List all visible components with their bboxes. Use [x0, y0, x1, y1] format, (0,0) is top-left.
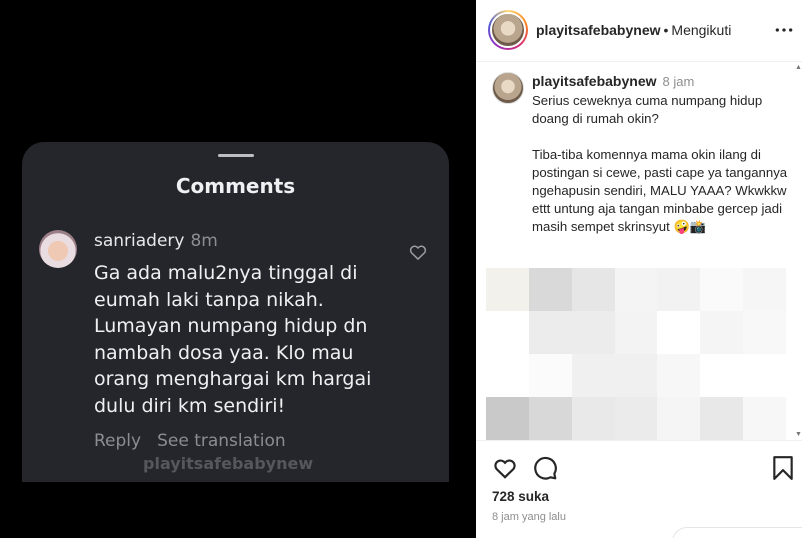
- heart-outline-icon: [409, 245, 427, 261]
- commenter-avatar: [39, 230, 77, 268]
- caption-avatar[interactable]: [492, 72, 524, 104]
- pixel-block: [657, 397, 701, 440]
- see-translation-label: See translation: [157, 431, 286, 451]
- pixel-block: [486, 397, 529, 440]
- author-username[interactable]: playitsafebabynew: [536, 22, 661, 38]
- pixel-block: [614, 354, 658, 397]
- reply-label: Reply: [94, 431, 142, 451]
- comment-header: sanriadery 8m: [94, 231, 218, 251]
- pixel-block: [743, 354, 786, 397]
- pixel-block: [486, 268, 529, 311]
- pixel-block: [528, 397, 572, 440]
- pixel-block: [657, 354, 701, 397]
- header-line: playitsafebabynew • Mengikuti: [536, 22, 731, 38]
- like-count[interactable]: 728 suka: [492, 489, 549, 504]
- comments-title: Comments: [175, 174, 296, 198]
- pixel-block: [657, 311, 701, 354]
- comment-time: 8m: [190, 231, 218, 251]
- caption-time: 8 jam: [662, 74, 695, 89]
- pixel-block: [700, 268, 744, 311]
- pixel-block: [743, 268, 786, 311]
- commenter-username: sanriadery: [94, 231, 185, 251]
- pixel-block: [486, 354, 529, 397]
- comments-screenshot: Comments sanriadery 8m Ga ada malu2nya ti…: [22, 142, 449, 482]
- post-header: playitsafebabynew • Mengikuti: [476, 0, 802, 62]
- more-horizontal-icon[interactable]: [774, 20, 794, 40]
- separator-dot: •: [663, 22, 669, 38]
- scroll-down-icon[interactable]: ▼: [795, 431, 802, 438]
- caption-username[interactable]: playitsafebabynew: [532, 73, 657, 89]
- pixel-block: [571, 268, 615, 311]
- pixel-block: [528, 354, 572, 397]
- comment-text: Ga ada malu2nya tinggal di eumah laki ta…: [94, 262, 372, 417]
- comment-box-edge[interactable]: [672, 527, 802, 538]
- pixel-block: [614, 397, 658, 440]
- post-media: Comments sanriadery 8m Ga ada malu2nya ti…: [0, 0, 476, 538]
- pixel-block: [700, 397, 744, 440]
- pixel-block: [743, 311, 786, 354]
- post-panel: playitsafebabynew • Mengikuti playitsafeba…: [476, 0, 802, 538]
- pixel-block: [571, 397, 615, 440]
- comment-icon[interactable]: [532, 455, 558, 481]
- post-actions: 728 suka 8 jam yang lalu: [476, 440, 802, 538]
- pixel-block: [614, 311, 658, 354]
- pixel-block: [528, 268, 572, 311]
- pixel-block: [700, 354, 744, 397]
- bookmark-icon[interactable]: [772, 455, 794, 481]
- pixel-block: [486, 311, 529, 354]
- scroll-up-icon[interactable]: ▲: [795, 64, 802, 71]
- sheet-handle: [218, 154, 254, 157]
- pixel-block: [571, 311, 615, 354]
- blurred-comments-area: [486, 268, 786, 440]
- caption-header: playitsafebabynew 8 jam: [532, 73, 694, 89]
- comment-actions: Reply See translation: [94, 431, 286, 451]
- caption-text: Serius ceweknya cuma numpang hidup doang…: [532, 93, 788, 234]
- pixel-block: [528, 311, 572, 354]
- following-button[interactable]: Mengikuti: [671, 22, 731, 38]
- pixel-block: [700, 311, 744, 354]
- author-avatar[interactable]: [488, 10, 528, 50]
- scrollbar[interactable]: ▲ ▼: [794, 62, 802, 440]
- pixel-block: [614, 268, 658, 311]
- post-timestamp: 8 jam yang lalu: [492, 511, 566, 523]
- watermark: playitsafebabynew: [143, 454, 314, 473]
- pixel-block: [657, 268, 701, 311]
- pixel-block: [743, 397, 786, 440]
- pixel-block: [571, 354, 615, 397]
- heart-icon[interactable]: [492, 455, 518, 481]
